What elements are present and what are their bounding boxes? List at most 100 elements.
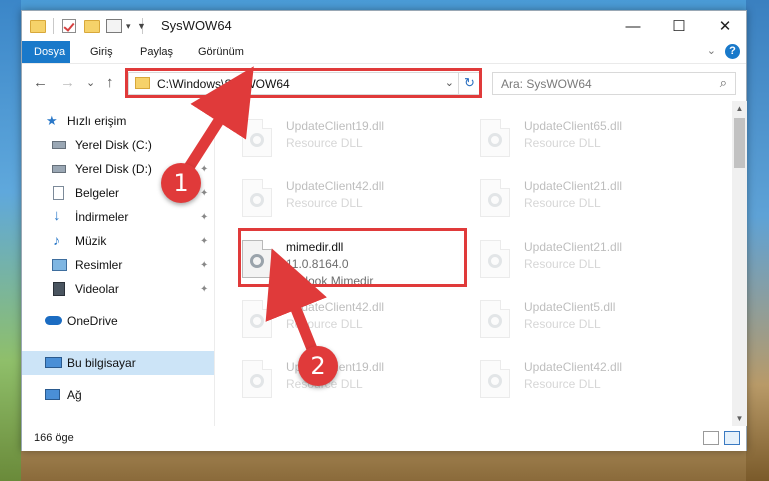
sidebar-item-network[interactable]: Ağ	[22, 383, 214, 407]
new-folder-icon[interactable]	[84, 18, 100, 34]
pin-icon[interactable]: ✦	[200, 236, 208, 247]
pin-icon[interactable]: ✦	[200, 164, 208, 175]
file-description: Resource DLL	[524, 136, 601, 150]
scroll-down-icon[interactable]: ▼	[732, 411, 747, 426]
sidebar-item-label: İndirmeler	[75, 210, 129, 224]
quick-access-dropdown-icon[interactable]: ▾	[126, 18, 131, 34]
computer-icon	[45, 357, 62, 368]
search-icon[interactable]: ⌕	[720, 75, 727, 91]
navigation-pane: ★ Hızlı erişim Yerel Disk (C:) Yerel Dis…	[22, 101, 215, 426]
file-description: Resource DLL	[524, 196, 601, 210]
file-name: UpdateClient65.dll	[524, 119, 623, 133]
tab-share[interactable]: Paylaş	[129, 41, 184, 63]
up-button[interactable]: ↑	[106, 74, 114, 91]
desktop-background-left	[0, 0, 21, 481]
sidebar-item-quick-access[interactable]: ★ Hızlı erişim	[22, 109, 214, 133]
sidebar-item-pictures[interactable]: Resimler ✦	[22, 253, 214, 277]
sidebar-item-music[interactable]: ♪ Müzik ✦	[22, 229, 214, 253]
separator	[53, 18, 54, 34]
scroll-thumb[interactable]	[734, 118, 745, 168]
list-item[interactable]: UpdateClient42.dll Resource DLL	[238, 173, 468, 231]
drive-icon	[52, 141, 66, 149]
pin-icon[interactable]: ✦	[200, 212, 208, 223]
recent-locations-button[interactable]: ⌄	[86, 76, 95, 89]
list-item[interactable]: UpdateClient65.dll Resource DLL	[476, 113, 706, 171]
file-description: Resource DLL	[286, 317, 363, 331]
sidebar-item-label: OneDrive	[67, 314, 118, 328]
minimize-button[interactable]: —	[610, 11, 656, 41]
maximize-button[interactable]: ☐	[656, 11, 702, 41]
sidebar-item-label: Müzik	[75, 234, 107, 248]
step-badge-1: 1	[161, 163, 201, 203]
file-name: UpdateClient42.dll	[524, 360, 623, 374]
onedrive-icon	[45, 316, 62, 325]
sidebar-item-label: Belgeler	[75, 186, 120, 200]
address-highlight-box	[125, 68, 482, 98]
tiles-view-icon[interactable]	[724, 431, 740, 445]
sidebar-item-label: Ağ	[67, 388, 82, 402]
tab-view[interactable]: Görünüm	[187, 41, 255, 63]
sidebar-item-this-pc[interactable]: Bu bilgisayar	[22, 351, 214, 375]
music-icon: ♪	[53, 232, 60, 248]
sidebar-item-downloads[interactable]: ↓ İndirmeler ✦	[22, 205, 214, 229]
dropdown-icon[interactable]: ▼	[137, 18, 146, 34]
help-icon[interactable]: ?	[725, 44, 740, 59]
search-box[interactable]: Ara: SysWOW64 ⌕	[492, 72, 736, 95]
videos-icon	[53, 282, 65, 296]
file-description: Resource DLL	[524, 317, 601, 331]
dll-file-icon	[480, 240, 510, 278]
file-name: UpdateClient21.dll	[524, 240, 623, 254]
step-badge-2: 2	[298, 346, 338, 386]
dll-file-icon	[480, 119, 510, 157]
file-highlight-box	[238, 228, 467, 287]
pictures-icon	[52, 259, 67, 271]
tab-home[interactable]: Giriş	[79, 41, 124, 63]
pin-icon[interactable]: ✦	[200, 260, 208, 271]
file-name: UpdateClient42.dll	[286, 179, 385, 193]
dll-file-icon	[242, 360, 272, 398]
properties-check-icon[interactable]	[62, 18, 76, 34]
sidebar-item-onedrive[interactable]: OneDrive	[22, 309, 214, 333]
vertical-scrollbar[interactable]: ▲ ▼	[732, 101, 747, 426]
list-item[interactable]: UpdateClient19.dll Resource DLL	[238, 354, 468, 412]
ribbon-expand-icon[interactable]: ⌄	[707, 44, 716, 57]
dll-file-icon	[242, 179, 272, 217]
sidebar-item-videos[interactable]: Videolar ✦	[22, 277, 214, 301]
list-item[interactable]: UpdateClient42.dll Resource DLL	[476, 354, 706, 412]
pin-icon[interactable]: ✦	[200, 284, 208, 295]
list-item[interactable]: UpdateClient21.dll Resource DLL	[476, 234, 706, 292]
file-name: UpdateClient21.dll	[524, 179, 623, 193]
sidebar-item-label: Bu bilgisayar	[67, 356, 136, 370]
file-description: Resource DLL	[524, 377, 601, 391]
drive-icon	[52, 165, 66, 173]
explorer-window: ▾ ▼ SysWOW64 — ☐ ✕ Dosya Giriş Paylaş Gö…	[21, 10, 747, 451]
sidebar-item-disk-c[interactable]: Yerel Disk (C:)	[22, 133, 214, 157]
title-bar: ▾ ▼ SysWOW64 — ☐ ✕	[22, 11, 746, 41]
list-item[interactable]: UpdateClient42.dll Resource DLL	[238, 294, 468, 352]
forward-button[interactable]: →	[60, 74, 75, 91]
desktop-background-right	[746, 0, 769, 481]
star-icon: ★	[46, 113, 58, 128]
sidebar-item-label: Yerel Disk (D:)	[75, 162, 152, 176]
file-description: Resource DLL	[524, 257, 601, 271]
window-title: SysWOW64	[161, 18, 232, 33]
scroll-up-icon[interactable]: ▲	[732, 101, 747, 116]
dll-file-icon	[480, 179, 510, 217]
list-item[interactable]: UpdateClient19.dll Resource DLL	[238, 113, 468, 171]
customize-quick-access-icon[interactable]	[106, 18, 122, 34]
documents-icon	[53, 186, 64, 200]
close-button[interactable]: ✕	[702, 11, 748, 41]
list-item[interactable]: UpdateClient5.dll Resource DLL	[476, 294, 706, 352]
details-view-icon[interactable]	[703, 431, 719, 445]
sidebar-item-label: Hızlı erişim	[67, 114, 127, 128]
sidebar-item-label: Yerel Disk (C:)	[75, 138, 152, 152]
file-name: UpdateClient42.dll	[286, 300, 385, 314]
status-bar: 166 öge	[22, 426, 746, 451]
sidebar-item-label: Resimler	[75, 258, 123, 272]
back-button[interactable]: ←	[33, 74, 48, 91]
item-count: 166 öge	[34, 432, 74, 444]
file-name: UpdateClient5.dll	[524, 300, 616, 314]
ribbon: Dosya Giriş Paylaş Görünüm ⌄ ?	[22, 41, 746, 99]
list-item[interactable]: UpdateClient21.dll Resource DLL	[476, 173, 706, 231]
pin-icon[interactable]: ✦	[200, 188, 208, 199]
